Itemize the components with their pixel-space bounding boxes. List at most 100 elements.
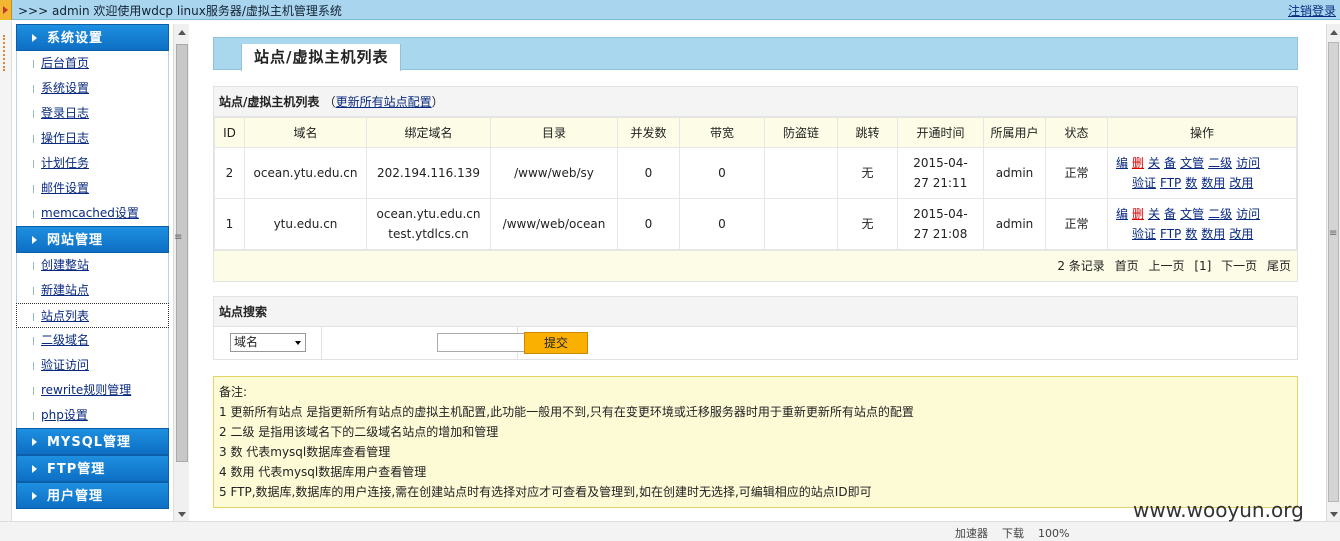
sidebar-item-label[interactable]: 系统设置 — [41, 81, 89, 95]
status-item-0[interactable]: 加速器 — [955, 527, 988, 540]
table-body: 2 ocean.ytu.edu.cn 202.194.116.139/www/web… — [214, 147, 1297, 250]
sidebar-item-0-0[interactable]: 后台首页 — [16, 51, 169, 76]
sidebar-item-label[interactable]: memcached设置 — [41, 206, 139, 220]
cell-hotlink — [764, 198, 838, 250]
sidebar-item-label[interactable]: 登录日志 — [41, 106, 89, 120]
sidebar-item-1-0[interactable]: 创建整站 — [16, 253, 169, 278]
sidebar-item-label[interactable]: 站点列表 — [41, 309, 89, 323]
sidebar-item-0-1[interactable]: 系统设置 — [16, 76, 169, 101]
sidebar-scrollbar[interactable] — [173, 24, 189, 521]
op2-4-link[interactable]: 改用 — [1229, 176, 1253, 190]
op2-3-link[interactable]: 数用 — [1201, 176, 1225, 190]
submit-button[interactable]: 提交 — [524, 332, 588, 354]
scroll-down-icon[interactable] — [1330, 512, 1338, 517]
scroll-up-icon[interactable] — [178, 30, 186, 35]
scroll-down-icon[interactable] — [178, 512, 186, 517]
sidebar-item-label[interactable]: 操作日志 — [41, 131, 89, 145]
cell-line: 202.194.116.139 — [376, 166, 481, 180]
op-1-link[interactable]: 删 — [1132, 156, 1144, 170]
search-row: 域名 提交 — [214, 327, 1297, 360]
op-0-link[interactable]: 编 — [1116, 156, 1128, 170]
sidebar-item-label[interactable]: rewrite规则管理 — [41, 383, 131, 397]
cell-directory: /www/web/ocean — [490, 198, 618, 250]
op-2-link[interactable]: 关 — [1148, 207, 1160, 221]
splitter-grip-icon[interactable]: ≡ — [174, 232, 184, 246]
sidebar-item-1-4[interactable]: 验证访问 — [16, 353, 169, 378]
sidebar-section-3[interactable]: FTP管理 — [16, 455, 169, 482]
note-line-2: 2 二级 是指用该域名下的二级域名站点的增加和管理 — [219, 425, 499, 439]
op2-0-link[interactable]: 验证 — [1132, 227, 1156, 241]
sidebar-item-1-6[interactable]: php设置 — [16, 403, 169, 428]
op-3-link[interactable]: 备 — [1164, 156, 1176, 170]
right-splitter-grip-icon[interactable]: ≡ — [1329, 228, 1339, 242]
select-cell: 域名 — [214, 327, 322, 360]
table-row: 1 ytu.edu.cn ocean.ytu.edu.cn test.ytdlcs.c… — [214, 198, 1297, 250]
sidebar-item-0-5[interactable]: 邮件设置 — [16, 176, 169, 201]
cell-status: 正常 — [1045, 198, 1108, 250]
status-item-1[interactable]: 下载 — [1002, 527, 1024, 540]
edge-handle-icon[interactable] — [3, 35, 7, 71]
op2-3-link[interactable]: 数用 — [1201, 227, 1225, 241]
op2-4-link[interactable]: 改用 — [1229, 227, 1253, 241]
scroll-thumb[interactable] — [176, 44, 188, 462]
op-4-link[interactable]: 文管 — [1180, 156, 1204, 170]
sidebar-item-label[interactable]: 新建站点 — [41, 283, 89, 297]
refresh-all-link[interactable]: 更新所有站点配置 — [336, 95, 432, 109]
sidebar-item-1-2[interactable]: 站点列表 — [16, 303, 169, 328]
op-5-link[interactable]: 二级 — [1208, 156, 1232, 170]
op2-1-link[interactable]: FTP — [1160, 227, 1181, 241]
op-0-link[interactable]: 编 — [1116, 207, 1128, 221]
sidebar-item-label[interactable]: 计划任务 — [41, 156, 89, 170]
sidebar-item-1-3[interactable]: 二级域名 — [16, 328, 169, 353]
watermark: www.wooyun.org — [1133, 498, 1304, 522]
sidebar-section-title: 系统设置 — [47, 31, 104, 46]
op-2-link[interactable]: 关 — [1148, 156, 1160, 170]
top-bar: >>> admin 欢迎使用wdcp linux服务器/虚拟主机管理系统 注销登… — [0, 0, 1340, 20]
op2-2-link[interactable]: 数 — [1185, 227, 1197, 241]
sidebar-item-1-1[interactable]: 新建站点 — [16, 278, 169, 303]
op2-0-link[interactable]: 验证 — [1132, 176, 1156, 190]
status-items: 加速器 下载 100% — [955, 525, 1083, 541]
sidebar-item-label[interactable]: php设置 — [41, 408, 88, 422]
cell-operations: 编删关备文管 二级 访问验证 FTP 数数用 改用 — [1107, 198, 1297, 250]
welcome-text: >>> admin 欢迎使用wdcp linux服务器/虚拟主机管理系统 — [18, 4, 342, 18]
page-title-bar: 站点/虚拟主机列表 — [213, 37, 1298, 71]
pager-first[interactable]: 首页 — [1115, 259, 1139, 273]
pager-last[interactable]: 尾页 — [1267, 259, 1291, 273]
sidebar-item-1-5[interactable]: rewrite规则管理 — [16, 378, 169, 403]
sidebar-item-label[interactable]: 邮件设置 — [41, 181, 89, 195]
pager-next[interactable]: 下一页 — [1221, 259, 1257, 273]
sidebar-item-0-4[interactable]: 计划任务 — [16, 151, 169, 176]
op-6-link[interactable]: 访问 — [1236, 207, 1260, 221]
main-scrollbar[interactable] — [1326, 24, 1340, 521]
sidebar-item-0-2[interactable]: 登录日志 — [16, 101, 169, 126]
sidebar-item-label[interactable]: 二级域名 — [41, 333, 89, 347]
status-item-2[interactable]: 100% — [1038, 527, 1069, 540]
column-header-9: 所属用户 — [983, 117, 1046, 148]
scroll-up-icon[interactable] — [1330, 30, 1338, 35]
op2-2-link[interactable]: 数 — [1185, 176, 1197, 190]
scroll-thumb[interactable] — [1328, 42, 1339, 502]
op-1-link[interactable]: 删 — [1132, 207, 1144, 221]
collapse-arrow-icon[interactable] — [0, 0, 12, 20]
sidebar-item-label[interactable]: 后台首页 — [41, 56, 89, 70]
sidebar-item-label[interactable]: 验证访问 — [41, 358, 89, 372]
search-field-select[interactable]: 域名 — [230, 333, 306, 352]
logout-link[interactable]: 注销登录 — [1288, 2, 1336, 19]
sidebar-item-label[interactable]: 创建整站 — [41, 258, 89, 272]
sidebar-item-0-6[interactable]: memcached设置 — [16, 201, 169, 226]
op-4-link[interactable]: 文管 — [1180, 207, 1204, 221]
cell-bind-domains: ocean.ytu.edu.cn test.ytdlcs.cn — [366, 198, 491, 250]
pager-prev[interactable]: 上一页 — [1148, 259, 1184, 273]
triangle-right-icon — [32, 34, 37, 42]
op-3-link[interactable]: 备 — [1164, 207, 1176, 221]
triangle-right-icon — [32, 465, 37, 473]
op-5-link[interactable]: 二级 — [1208, 207, 1232, 221]
sidebar-section-1[interactable]: 网站管理 — [16, 226, 169, 253]
sidebar-section-2[interactable]: MYSQL管理 — [16, 428, 169, 455]
op2-1-link[interactable]: FTP — [1160, 176, 1181, 190]
sidebar-section-0[interactable]: 系统设置 — [16, 24, 169, 51]
sidebar-section-4[interactable]: 用户管理 — [16, 482, 169, 509]
op-6-link[interactable]: 访问 — [1236, 156, 1260, 170]
sidebar-item-0-3[interactable]: 操作日志 — [16, 126, 169, 151]
